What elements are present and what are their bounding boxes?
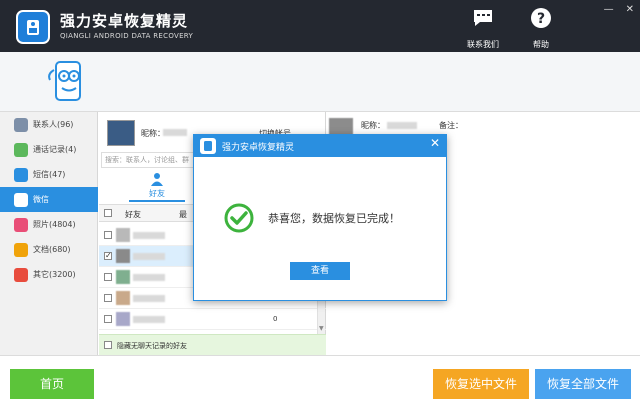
detail-nickname-blurred: [387, 122, 417, 129]
success-message: 恭喜您，数据恢复已完成！: [268, 212, 400, 225]
sidebar-item-label: 文档(680): [33, 245, 71, 254]
contact-us-label: 联系我们: [467, 40, 499, 49]
friend-name-blurred: [133, 274, 165, 281]
dialog-title: 强力安卓恢复精灵: [222, 143, 295, 153]
app-logo-icon: [16, 10, 50, 44]
recover-selected-button[interactable]: 恢复选中文件: [433, 369, 529, 399]
scroll-down-icon[interactable]: ▼: [319, 325, 324, 332]
user-icon: [151, 173, 163, 186]
contact-us-button[interactable]: 联系我们: [458, 6, 508, 50]
sidebar-item-contacts[interactable]: 联系人(96): [0, 112, 98, 137]
sidebar-item-label: 微信: [33, 195, 49, 204]
nickname-label: 昵称：: [141, 129, 165, 138]
avatar: [116, 249, 130, 263]
minimize-button[interactable]: —: [604, 4, 614, 15]
window-controls: — ✕: [604, 4, 634, 15]
phone-icon: [14, 142, 28, 157]
app-logo-icon: [200, 138, 216, 154]
wechat-icon: [14, 192, 28, 207]
sidebar-item-label: 照片(4804): [33, 220, 76, 229]
avatar: [116, 228, 130, 242]
sidebar-item-documents[interactable]: 文档(680): [0, 237, 98, 262]
svg-text:?: ?: [537, 11, 545, 27]
friend-name-blurred: [133, 232, 165, 239]
sidebar-item-call-log[interactable]: 通话记录(4): [0, 137, 98, 162]
tab-friends[interactable]: 好友: [139, 172, 175, 200]
mascot-icon: [48, 61, 81, 101]
hide-empty-checkbox[interactable]: [104, 341, 112, 349]
sidebar-item-label: 通话记录(4): [33, 145, 77, 154]
row-checkbox[interactable]: [104, 273, 112, 281]
table-row[interactable]: 0: [99, 309, 326, 330]
document-icon: [14, 242, 28, 257]
app-title: 强力安卓恢复精灵: [60, 12, 189, 30]
sidebar-item-sms[interactable]: 短信(47): [0, 162, 98, 187]
title-bar: 强力安卓恢复精灵 QIANGLI ANDROID DATA RECOVERY 联…: [0, 0, 640, 52]
column-header-last: 最: [179, 210, 187, 219]
chat-icon: [474, 10, 492, 26]
detail-nickname-label: 昵称：: [361, 121, 385, 130]
success-check-icon: [224, 203, 254, 233]
select-all-checkbox[interactable]: [104, 209, 112, 217]
sms-icon: [14, 167, 28, 182]
view-button[interactable]: 查看: [290, 262, 350, 280]
friend-name-blurred: [133, 253, 165, 260]
dialog-title-bar: 强力安卓恢复精灵 ✕: [194, 135, 446, 157]
friend-name-blurred: [133, 295, 165, 302]
help-icon: ?: [531, 8, 551, 28]
help-button[interactable]: ? 帮助: [516, 6, 566, 50]
column-header-friend: 好友: [125, 210, 141, 219]
sidebar-item-label: 短信(47): [33, 170, 66, 179]
avatar: [116, 312, 130, 326]
sidebar-item-label: 联系人(96): [33, 120, 74, 129]
completion-dialog: 强力安卓恢复精灵 ✕ 恭喜您，数据恢复已完成！ 查看: [193, 134, 447, 301]
close-icon[interactable]: ✕: [430, 136, 440, 150]
banner: [0, 52, 640, 112]
avatar: [116, 291, 130, 305]
photo-icon: [14, 217, 28, 232]
row-checkbox[interactable]: [104, 231, 112, 239]
phone-thumbnail: [107, 120, 135, 146]
other-icon: [14, 267, 28, 282]
row-count: 0: [273, 315, 278, 323]
sidebar-item-wechat[interactable]: 微信: [0, 187, 98, 212]
hide-empty-label: 隐藏无聊天记录的好友: [117, 342, 187, 350]
row-checkbox[interactable]: ✓: [104, 252, 112, 260]
sidebar-item-photos[interactable]: 照片(4804): [0, 212, 98, 237]
tab-underline: [129, 200, 185, 202]
nickname-value-blurred: [163, 129, 187, 136]
help-label: 帮助: [533, 40, 549, 49]
home-button[interactable]: 首页: [10, 369, 94, 399]
recover-all-button[interactable]: 恢复全部文件: [535, 369, 631, 399]
app-subtitle: QIANGLI ANDROID DATA RECOVERY: [60, 32, 194, 40]
row-checkbox[interactable]: [104, 315, 112, 323]
row-checkbox[interactable]: [104, 294, 112, 302]
tab-friends-label: 好友: [149, 189, 165, 198]
sidebar-item-other[interactable]: 其它(3200): [0, 262, 98, 287]
sidebar-item-label: 其它(3200): [33, 270, 76, 279]
friend-name-blurred: [133, 316, 165, 323]
hide-empty-friends-row[interactable]: 隐藏无聊天记录的好友: [99, 334, 326, 355]
contacts-icon: [14, 117, 28, 132]
sidebar: 联系人(96) 通话记录(4) 短信(47) 微信 照片(4804) 文档(68…: [0, 112, 98, 367]
avatar: [116, 270, 130, 284]
close-window-button[interactable]: ✕: [626, 4, 634, 15]
detail-remark-label: 备注：: [439, 121, 463, 130]
